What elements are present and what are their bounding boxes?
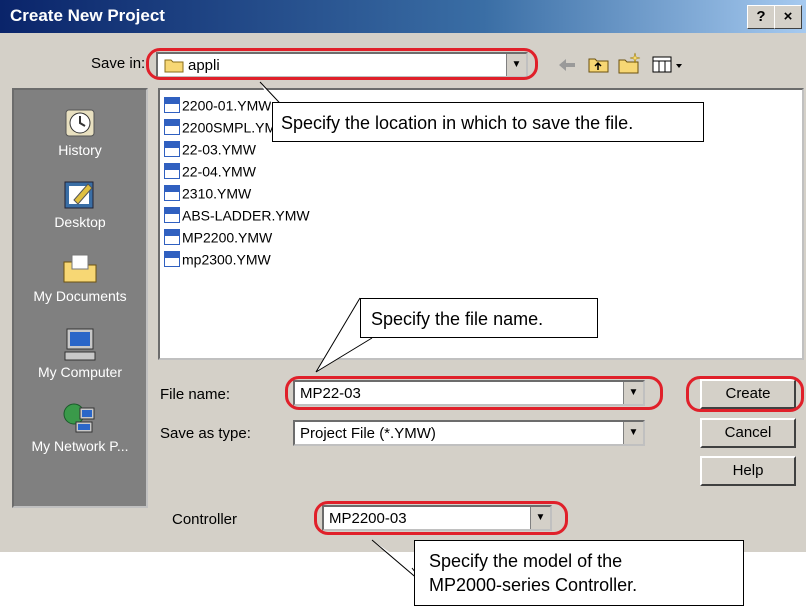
- callout-controller-model: Specify the model of the MP2000-series C…: [414, 540, 744, 606]
- callout-model-line1: Specify the model of the: [429, 551, 623, 571]
- callout-file-name: Specify the file name.: [360, 298, 598, 338]
- callout-model-line2: MP2000-series Controller.: [429, 575, 638, 595]
- callout-location: Specify the location in which to save th…: [272, 102, 704, 142]
